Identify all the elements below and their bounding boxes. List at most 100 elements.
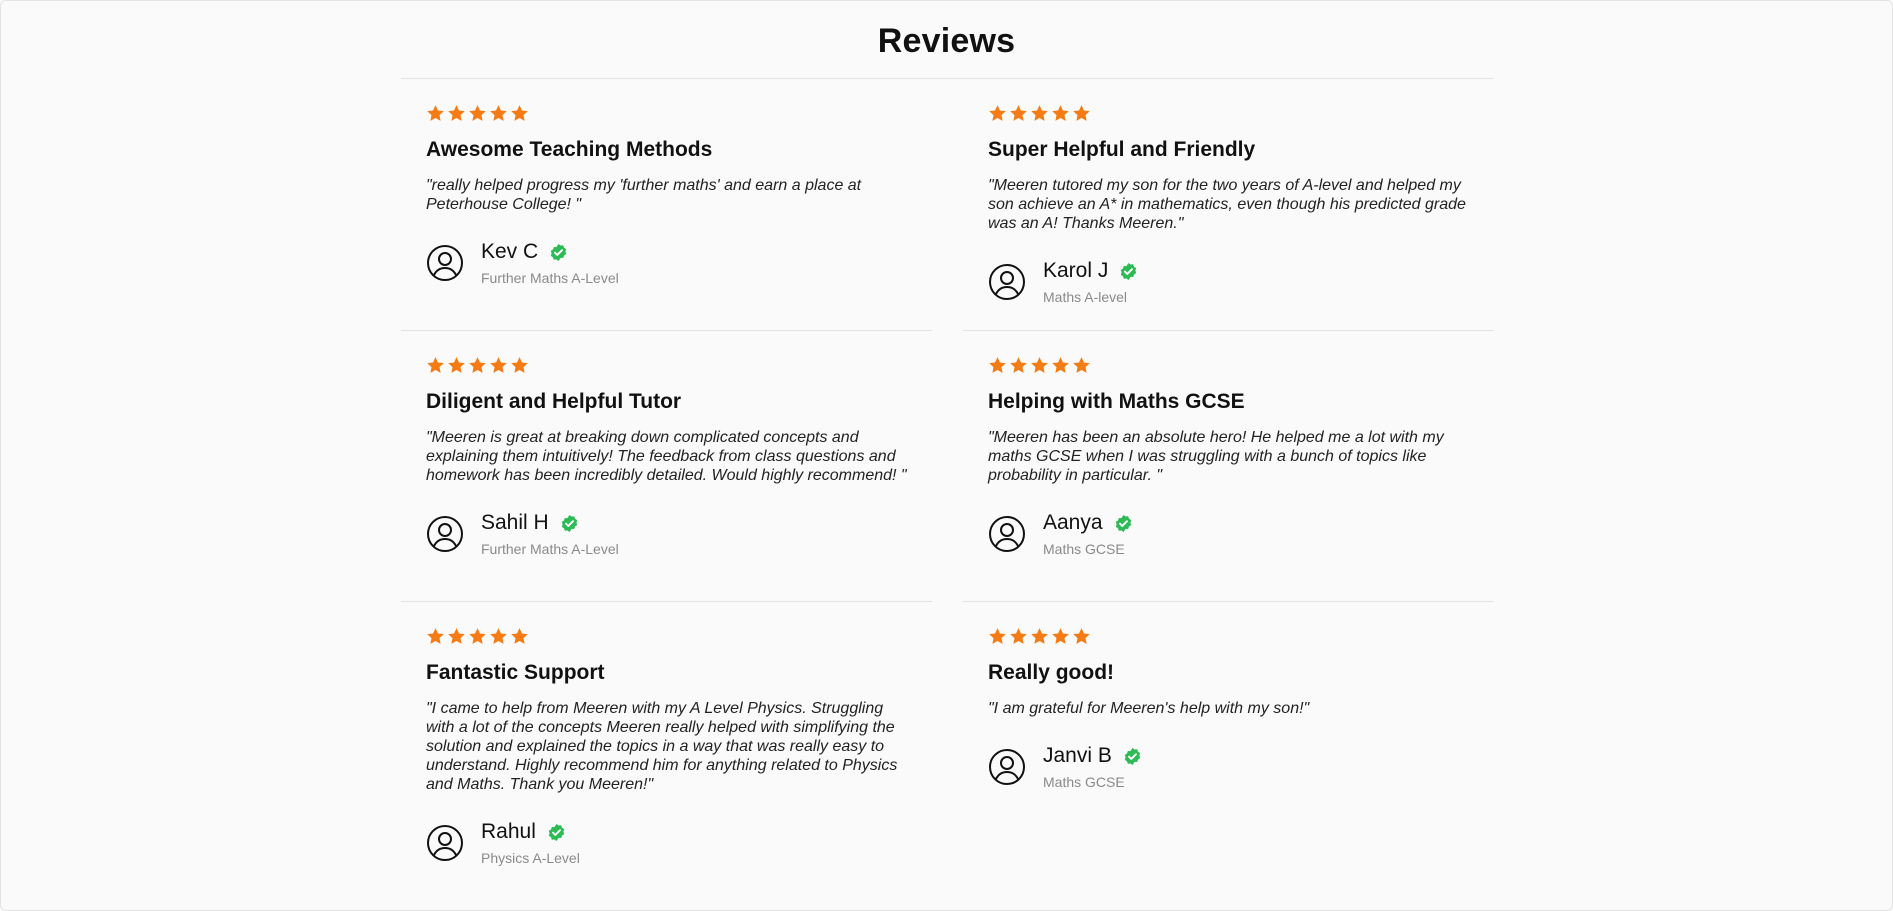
star-icon <box>1009 627 1028 647</box>
author-course: Further Maths A-Level <box>481 541 619 557</box>
star-icon <box>447 104 466 124</box>
star-icon <box>1030 356 1049 376</box>
author-name-row: Karol J <box>1043 259 1138 283</box>
review-author: Sahil H Further Maths A-Level <box>426 511 932 557</box>
star-icon <box>1051 356 1070 376</box>
star-icon <box>988 356 1007 376</box>
verified-check-icon <box>560 514 579 533</box>
star-icon <box>468 627 487 647</box>
review-card: Fantastic Support "I came to help from M… <box>401 602 932 902</box>
review-title: Helping with Maths GCSE <box>988 390 1245 413</box>
author-course: Physics A-Level <box>481 850 580 866</box>
review-card: Awesome Teaching Methods "really helped … <box>401 79 932 331</box>
reviews-column-right: Super Helpful and Friendly "Meeren tutor… <box>963 79 1494 902</box>
verified-check-icon <box>547 823 566 842</box>
review-author: Rahul Physics A-Level <box>426 820 932 866</box>
review-card: Really good! "I am grateful for Meeren's… <box>963 602 1494 902</box>
verified-check-icon <box>1123 747 1142 766</box>
review-title: Really good! <box>988 661 1115 684</box>
user-circle-icon <box>988 748 1026 786</box>
review-quote: "Meeren has been an absolute hero! He he… <box>988 429 1444 484</box>
author-course: Maths GCSE <box>1043 541 1125 557</box>
author-name: Aanya <box>1043 511 1103 534</box>
author-name: Janvi B <box>1043 744 1112 767</box>
author-details: Karol J Maths A-level <box>1043 259 1138 305</box>
reviews-column-left: Awesome Teaching Methods "really helped … <box>401 79 932 902</box>
star-rating <box>988 356 1494 376</box>
page-frame <box>0 0 1893 911</box>
review-title: Awesome Teaching Methods <box>426 138 713 161</box>
star-icon <box>1072 627 1091 647</box>
author-name-row: Rahul <box>481 820 580 844</box>
star-icon <box>1051 627 1070 647</box>
star-icon <box>447 627 466 647</box>
author-name: Sahil H <box>481 511 549 534</box>
author-details: Sahil H Further Maths A-Level <box>481 511 619 557</box>
author-name-row: Aanya <box>1043 511 1133 535</box>
star-icon <box>447 356 466 376</box>
star-rating <box>988 104 1494 124</box>
author-name: Rahul <box>481 820 536 843</box>
star-icon <box>510 356 529 376</box>
author-course: Maths GCSE <box>1043 774 1125 790</box>
star-icon <box>510 627 529 647</box>
star-rating <box>426 356 932 376</box>
verified-check-icon <box>1119 262 1138 281</box>
author-course: Maths A-level <box>1043 289 1128 305</box>
review-author: Karol J Maths A-level <box>988 259 1494 305</box>
review-quote: "really helped progress my 'further math… <box>426 177 862 213</box>
star-icon <box>1072 104 1091 124</box>
star-icon <box>468 104 487 124</box>
author-name-row: Janvi B <box>1043 744 1142 768</box>
star-rating <box>426 104 932 124</box>
user-circle-icon <box>426 824 464 862</box>
review-quote: "I am grateful for Meeren's help with my… <box>988 700 1310 717</box>
author-details: Rahul Physics A-Level <box>481 820 580 866</box>
star-icon <box>988 104 1007 124</box>
review-quote: "I came to help from Meeren with my A Le… <box>426 700 898 793</box>
star-icon <box>988 627 1007 647</box>
user-circle-icon <box>426 515 464 553</box>
page-title: Reviews <box>877 22 1016 60</box>
author-name-row: Sahil H <box>481 511 619 535</box>
star-icon <box>1072 356 1091 376</box>
author-details: Aanya Maths GCSE <box>1043 511 1133 557</box>
star-icon <box>1030 627 1049 647</box>
star-rating <box>988 627 1494 647</box>
star-icon <box>426 356 445 376</box>
review-card: Super Helpful and Friendly "Meeren tutor… <box>963 79 1494 331</box>
author-details: Kev C Further Maths A-Level <box>481 240 619 286</box>
review-author: Kev C Further Maths A-Level <box>426 240 932 286</box>
star-icon <box>1009 104 1028 124</box>
author-details: Janvi B Maths GCSE <box>1043 744 1142 790</box>
user-circle-icon <box>988 515 1026 553</box>
star-icon <box>426 627 445 647</box>
star-icon <box>489 627 508 647</box>
review-quote: "Meeren is great at breaking down compli… <box>426 429 907 484</box>
star-icon <box>489 356 508 376</box>
user-circle-icon <box>426 244 464 282</box>
star-icon <box>468 356 487 376</box>
star-icon <box>1030 104 1049 124</box>
review-author: Aanya Maths GCSE <box>988 511 1494 557</box>
review-card: Diligent and Helpful Tutor "Meeren is gr… <box>401 331 932 602</box>
review-title: Super Helpful and Friendly <box>988 138 1256 161</box>
star-icon <box>489 104 508 124</box>
review-quote: "Meeren tutored my son for the two years… <box>988 177 1466 232</box>
star-icon <box>1009 356 1028 376</box>
user-circle-icon <box>988 263 1026 301</box>
author-name: Karol J <box>1043 259 1109 282</box>
verified-check-icon <box>1114 514 1133 533</box>
review-card: Helping with Maths GCSE "Meeren has been… <box>963 331 1494 602</box>
review-title: Fantastic Support <box>426 661 605 684</box>
verified-check-icon <box>549 243 568 262</box>
star-icon <box>1051 104 1070 124</box>
star-icon <box>426 104 445 124</box>
author-course: Further Maths A-Level <box>481 270 619 286</box>
author-name: Kev C <box>481 240 539 263</box>
review-title: Diligent and Helpful Tutor <box>426 390 682 413</box>
star-rating <box>426 627 932 647</box>
author-name-row: Kev C <box>481 240 619 264</box>
review-author: Janvi B Maths GCSE <box>988 744 1494 790</box>
star-icon <box>510 104 529 124</box>
